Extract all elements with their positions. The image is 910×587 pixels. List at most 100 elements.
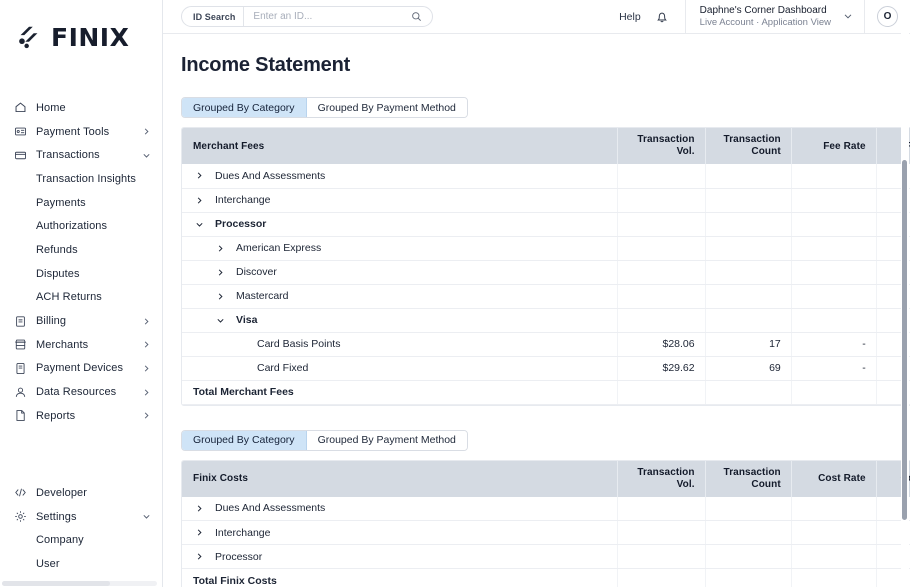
row-name-cell: Mastercard	[182, 284, 619, 309]
table-row[interactable]: Processor $166.34 243	[182, 544, 910, 569]
cell-fee-rate: -	[791, 356, 877, 381]
account-switcher[interactable]: Daphne's Corner Dashboard Live Account ·…	[686, 0, 864, 34]
chevron-right-icon[interactable]	[193, 526, 206, 539]
gear-icon	[14, 510, 27, 523]
chevron-right-icon	[142, 388, 151, 397]
sidebar-item-user[interactable]: User	[0, 552, 162, 576]
id-search-box[interactable]: ID Search	[181, 6, 433, 27]
cell-transaction-count	[705, 260, 792, 285]
column-header-fee-rate[interactable]: Fee Rate	[791, 128, 877, 164]
app-root: FINIX Home Payment Tools Transactions Tr…	[0, 0, 910, 587]
chevron-down-icon	[142, 512, 151, 521]
chevron-right-icon[interactable]	[193, 550, 206, 563]
table-total-row: Total Finix Costs $183.42 828	[182, 568, 910, 587]
sidebar-item-label: Developer	[36, 486, 88, 499]
sidebar-item-transactions[interactable]: Transactions	[0, 143, 162, 167]
table-row[interactable]: Mastercard $7.35 32	[182, 284, 910, 309]
merchant-fees-controls: Grouped By Category Grouped By Payment M…	[181, 97, 910, 118]
table-row[interactable]: Card Fixed $29.62 69 - $15.40 69	[182, 356, 910, 381]
chevron-right-icon	[142, 340, 151, 349]
search-icon[interactable]	[411, 11, 432, 22]
sidebar-item-payment-tools[interactable]: Payment Tools	[0, 120, 162, 144]
sidebar-item-disputes[interactable]: Disputes	[0, 262, 162, 286]
tab-grouped-by-payment-method[interactable]: Grouped By Payment Method	[306, 430, 467, 450]
column-header-finix-costs[interactable]: Finix Costs	[182, 460, 619, 497]
page-scrollbar-thumb[interactable]	[902, 160, 907, 520]
cell-fee-rate	[791, 212, 877, 237]
sidebar-item-company[interactable]: Company	[0, 528, 162, 552]
tab-grouped-by-payment-method[interactable]: Grouped By Payment Method	[306, 98, 467, 117]
table-row[interactable]: Dues And Assessments $4.09 458	[182, 496, 910, 521]
chevron-right-icon	[142, 364, 151, 373]
table-row[interactable]: American Express $5.36 33	[182, 236, 910, 261]
sidebar-item-reports[interactable]: Reports	[0, 404, 162, 428]
cell-fee-rate	[791, 164, 877, 189]
row-label: Processor	[215, 550, 263, 563]
column-header-cost-rate[interactable]: Cost Rate	[791, 460, 877, 497]
cell-transaction-vol: $28.06	[617, 332, 706, 357]
cell-transaction-vol	[617, 188, 706, 213]
chevron-right-icon[interactable]	[193, 502, 206, 515]
data-resources-icon	[14, 386, 27, 399]
table-header-row: Finix Costs Transaction Vol. Transaction…	[182, 460, 910, 497]
sidebar-item-developer[interactable]: Developer	[0, 481, 162, 505]
sidebar-item-ach-returns[interactable]: ACH Returns	[0, 286, 162, 310]
chevron-right-icon[interactable]	[193, 169, 206, 182]
sidebar-subitem-label: Disputes	[36, 267, 80, 280]
sidebar-item-home[interactable]: Home	[0, 96, 162, 120]
cell-transaction-vol	[617, 520, 706, 545]
chevron-right-icon[interactable]	[214, 266, 227, 279]
sidebar-item-payment-devices[interactable]: Payment Devices	[0, 357, 162, 381]
tab-grouped-by-category[interactable]: Grouped By Category	[182, 98, 307, 117]
total-transaction-vol	[617, 380, 706, 405]
row-name-cell: Processor	[182, 212, 619, 237]
column-header-transaction-count[interactable]: Transaction Count	[705, 460, 792, 497]
table-row[interactable]: Processor $34.41 185	[182, 212, 910, 237]
table-row[interactable]: Card Basis Points $28.06 17 - $0.54 17	[182, 332, 910, 357]
sidebar-item-payments[interactable]: Payments	[0, 191, 162, 215]
tab-grouped-by-category[interactable]: Grouped By Category	[182, 430, 307, 450]
table-row[interactable]: Discover $5.76 34	[182, 260, 910, 285]
row-name-cell: Dues And Assessments	[182, 496, 619, 521]
column-header-transaction-vol[interactable]: Transaction Vol.	[617, 128, 706, 164]
chevron-right-icon[interactable]	[193, 194, 206, 207]
brand-logo[interactable]: FINIX	[0, 0, 162, 96]
cell-transaction-count	[705, 520, 792, 545]
page-scrollbar[interactable]	[901, 0, 909, 587]
chevron-down-icon[interactable]	[193, 218, 206, 231]
table-row[interactable]: Dues And Assessments $2.05 217	[182, 164, 910, 189]
table-row[interactable]: Interchange $13.77 127	[182, 188, 910, 213]
sidebar-item-billing[interactable]: Billing	[0, 309, 162, 333]
chevron-down-icon[interactable]	[214, 314, 227, 327]
sidebar-item-transaction-insights[interactable]: Transaction Insights	[0, 167, 162, 191]
merchant-fees-table-container: Merchant Fees Transaction Vol. Transacti…	[181, 127, 910, 406]
row-label: Card Basis Points	[257, 338, 341, 350]
sidebar-item-authorizations[interactable]: Authorizations	[0, 214, 162, 238]
column-header-transaction-count[interactable]: Transaction Count	[705, 128, 792, 164]
cell-transaction-count: 69	[705, 356, 792, 381]
table-row[interactable]: Visa $15.94 86	[182, 308, 910, 333]
sidebar-subitem-label: Refunds	[36, 243, 78, 256]
search-input[interactable]	[244, 11, 411, 22]
chevron-right-icon[interactable]	[214, 290, 227, 303]
cell-transaction-vol	[617, 544, 706, 569]
total-transaction-count	[705, 568, 792, 587]
cell-transaction-vol	[617, 260, 706, 285]
sidebar-item-merchants[interactable]: Merchants	[0, 333, 162, 357]
row-name-cell: Card Fixed	[182, 356, 619, 381]
column-header-transaction-vol[interactable]: Transaction Vol.	[617, 460, 706, 497]
avatar[interactable]: O	[877, 6, 898, 27]
help-link[interactable]: Help	[619, 11, 655, 23]
sidebar-item-data-resources[interactable]: Data Resources	[0, 380, 162, 404]
row-name-cell: Discover	[182, 260, 619, 285]
bell-icon[interactable]	[655, 10, 685, 24]
chevron-right-icon[interactable]	[214, 242, 227, 255]
sidebar-horizontal-scrollbar[interactable]	[2, 581, 157, 586]
row-label: Interchange	[215, 526, 271, 539]
transactions-icon	[14, 149, 27, 162]
column-header-merchant-fees[interactable]: Merchant Fees	[182, 128, 619, 164]
table-row[interactable]: Interchange $12.98 127	[182, 520, 910, 545]
sidebar-item-refunds[interactable]: Refunds	[0, 238, 162, 262]
sidebar-item-settings[interactable]: Settings	[0, 505, 162, 529]
row-name-cell: Interchange	[182, 188, 619, 213]
